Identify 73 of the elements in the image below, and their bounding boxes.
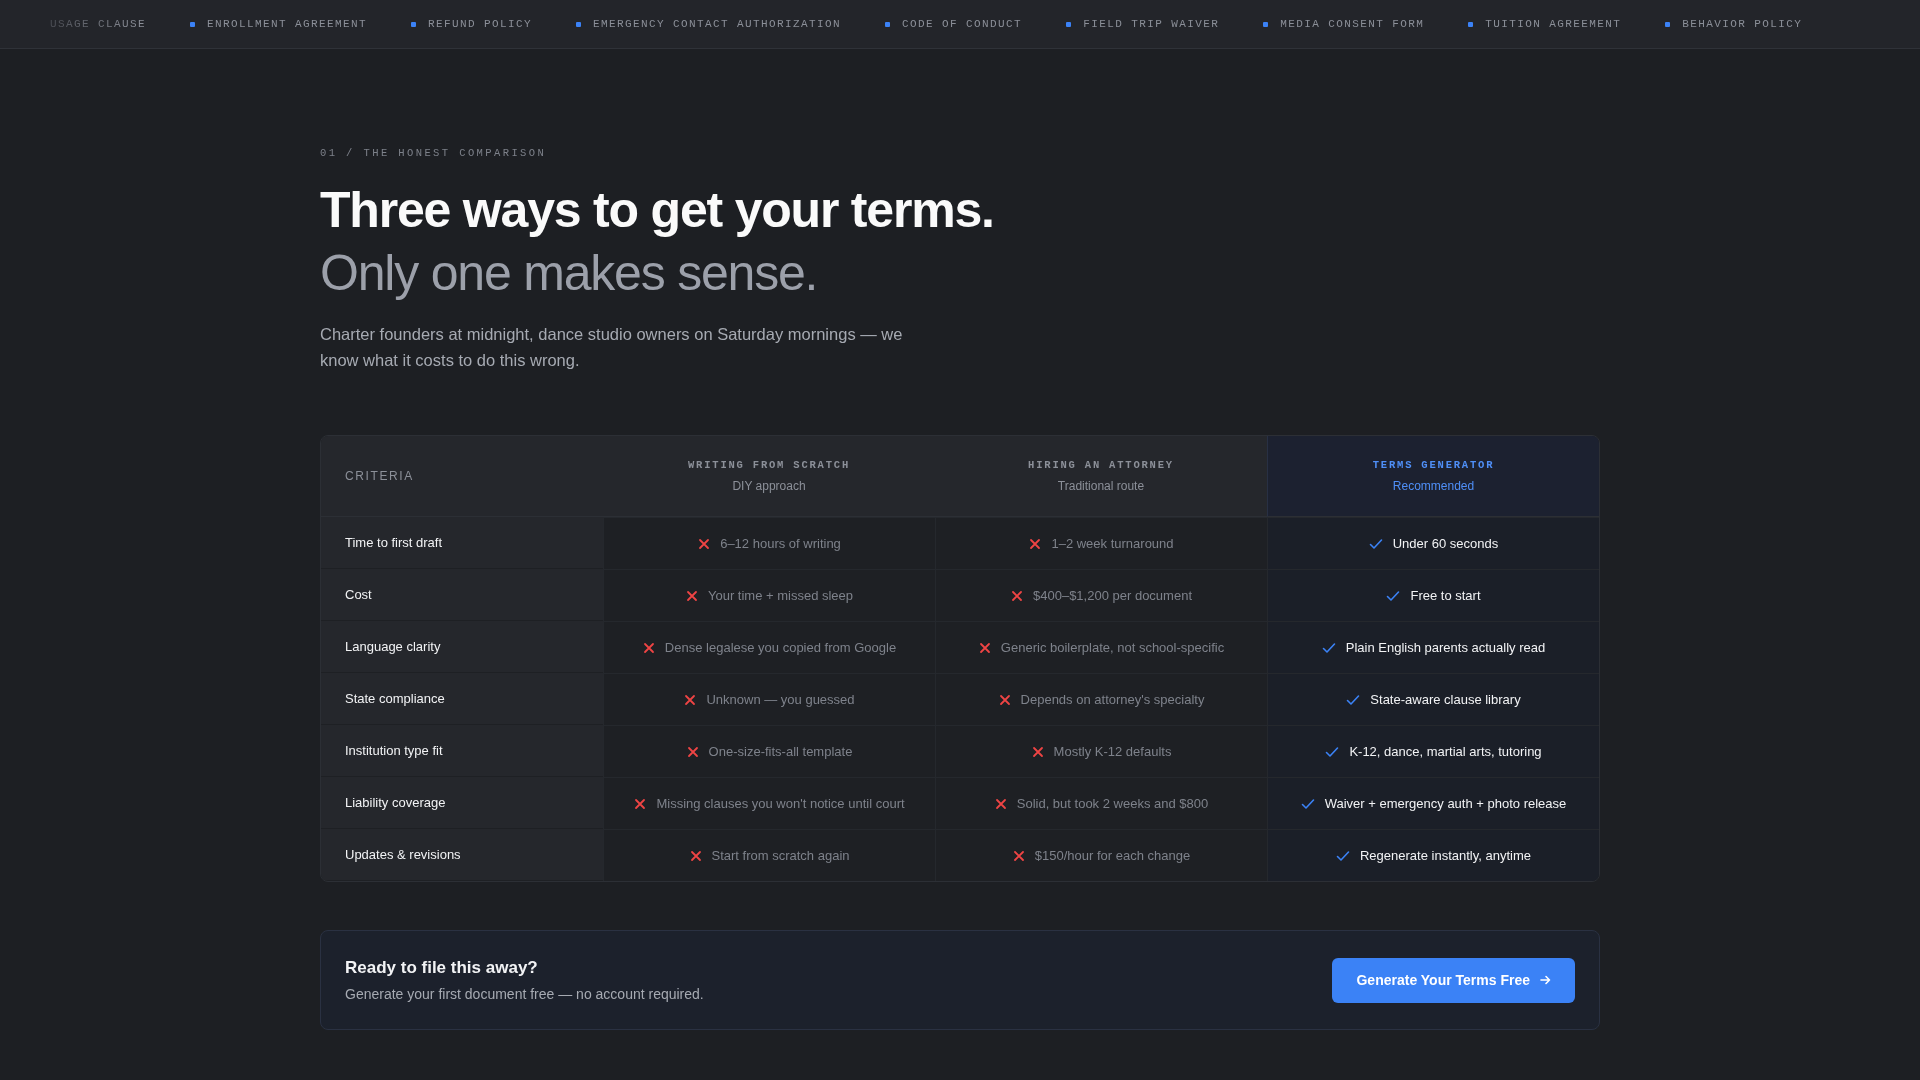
table-cell: Generic boilerplate, not school-specific <box>1000 640 1225 655</box>
ticker-item: TUITION AGREEMENT <box>1485 18 1622 30</box>
intro-paragraph: Charter founders at midnight, dance studio owners on Saturday mornings — we know what it costs to do this wrong. <box>320 324 904 371</box>
criterion-label: State compliance <box>321 673 603 724</box>
table-cell: Solid, but took 2 weeks and $800 <box>1016 796 1209 811</box>
cross-icon <box>684 693 697 706</box>
cross-icon <box>994 797 1007 810</box>
section-label: 01 / THE HONEST COMPARISON <box>320 147 547 159</box>
column-title: WRITING FROM SCRATCH <box>688 459 850 471</box>
check-icon <box>1336 849 1350 862</box>
cross-icon <box>642 641 655 654</box>
ticker-item: CODE OF CONDUCT <box>902 18 1023 30</box>
table-cell: State-aware clause library <box>1370 692 1521 707</box>
table-cell: 1–2 week turnaround <box>1051 536 1174 551</box>
table-cell: Plain English parents actually read <box>1345 640 1546 655</box>
cross-icon <box>686 745 699 758</box>
ticker-item: REFUND POLICY <box>428 18 533 30</box>
check-icon <box>1368 537 1383 550</box>
column-subtitle: Recommended <box>1392 479 1475 493</box>
table-cell: Missing clauses you won't notice until court <box>656 796 905 811</box>
criterion-label: Language clarity <box>321 621 603 672</box>
cross-icon <box>698 537 711 550</box>
table-cell: Under 60 seconds <box>1392 536 1499 551</box>
ticker-item: MEDIA CONSENT FORM <box>1280 18 1425 30</box>
table-cell: $400–$1,200 per document <box>1033 588 1192 603</box>
table-cell: Waiver + emergency auth + photo release <box>1324 796 1567 811</box>
cross-icon <box>998 693 1011 706</box>
column-subtitle: Traditional route <box>1057 479 1145 493</box>
check-icon <box>1386 589 1401 602</box>
column-subtitle: DIY approach <box>732 479 806 493</box>
generate-button[interactable]: Generate Your Terms Free <box>1332 957 1575 1003</box>
ticker-item: FIELD TRIP WAIVER <box>1083 18 1220 30</box>
table-cell: Free to start <box>1410 588 1481 603</box>
check-icon <box>1346 693 1361 706</box>
column-title: HIRING AN ATTORNEY <box>1028 459 1174 471</box>
cta-title: Ready to file this away? <box>345 958 539 978</box>
table-cell: $150/hour for each change <box>1034 848 1191 863</box>
criterion-label: Liability coverage <box>321 777 603 828</box>
table-cell: Mostly K-12 defaults <box>1053 744 1172 759</box>
cta-text: Generate your first document free — no account required. <box>345 986 704 1002</box>
cross-icon <box>978 641 991 654</box>
heading: Three ways to get your terms. <box>320 181 994 240</box>
table-cell: One-size-fits-all template <box>708 744 853 759</box>
check-icon <box>1321 641 1336 654</box>
ticker-item: EMERGENCY CONTACT AUTHORIZATION <box>593 18 842 30</box>
arrow-icon <box>1540 975 1551 985</box>
ticker-item: USAGE CLAUSE <box>50 18 146 30</box>
table-cell: Unknown — you guessed <box>706 692 855 707</box>
table-cell: Regenerate instantly, anytime <box>1360 848 1531 863</box>
subheading: Only one makes sense. <box>320 244 818 303</box>
check-icon <box>1325 745 1340 758</box>
cross-icon <box>1011 589 1023 602</box>
table-cell: Your time + missed sleep <box>707 588 854 603</box>
table-cell: Dense legalese you copied from Google <box>664 640 897 655</box>
cross-icon <box>689 849 702 862</box>
ticker-item: BEHAVIOR POLICY <box>1682 18 1803 30</box>
table-cell: 6–12 hours of writing <box>720 536 841 551</box>
table-cell: Depends on attorney's specialty <box>1020 692 1205 707</box>
criteria-label: CRITERIA <box>345 469 414 483</box>
criterion-label: Cost <box>321 569 603 620</box>
table-cell: Start from scratch again <box>711 848 850 863</box>
column-title: TERMS GENERATOR <box>1372 459 1495 471</box>
table-cell: K-12, dance, martial arts, tutoring <box>1349 744 1542 759</box>
ticker-item: ENROLLMENT AGREEMENT <box>207 18 368 30</box>
cross-icon <box>634 797 647 810</box>
criterion-label: Updates & revisions <box>321 829 603 880</box>
cross-icon <box>1029 537 1042 550</box>
cross-icon <box>1012 849 1025 862</box>
criterion-label: Institution type fit <box>321 725 603 776</box>
cross-icon <box>1031 745 1044 758</box>
cross-icon <box>685 589 698 602</box>
check-icon <box>1300 797 1315 810</box>
criterion-label: Time to first draft <box>321 517 603 568</box>
